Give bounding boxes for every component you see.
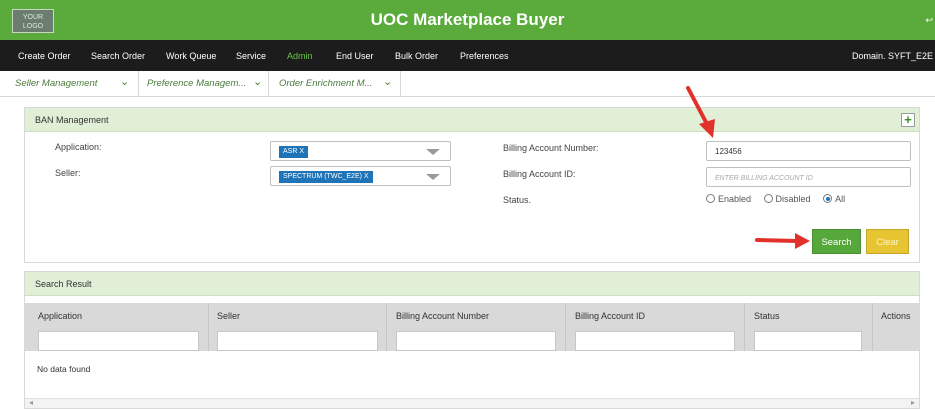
nav-work-queue[interactable]: Work Queue	[166, 51, 216, 61]
seller-select[interactable]: SPECTRUM (TWC_E2E) X	[270, 166, 451, 186]
filter-baid-input[interactable]	[575, 331, 735, 351]
main-nav: Create Order Search Order Work Queue Ser…	[0, 40, 935, 71]
baid-label: Billing Account ID:	[503, 169, 576, 179]
panel-title: BAN Management	[35, 115, 109, 125]
status-label: Status.	[503, 195, 532, 205]
column-billing-account-number[interactable]: Billing Account Number	[396, 311, 489, 321]
column-divider	[565, 303, 566, 351]
results-table-header: Application Seller Billing Account Numbe…	[25, 303, 919, 351]
chevron-down-icon: ⌄	[253, 76, 263, 88]
nav-admin[interactable]: Admin	[287, 51, 313, 61]
app-title: UOC Marketplace Buyer	[370, 10, 565, 29]
panel-header: Search Result	[25, 272, 919, 296]
status-all-label: All	[835, 194, 846, 204]
caret-down-icon	[426, 149, 440, 155]
column-divider	[208, 303, 209, 351]
seller-label: Seller:	[55, 168, 81, 178]
chevron-down-icon: ⌄	[383, 76, 393, 88]
column-application[interactable]: Application	[38, 311, 82, 321]
column-billing-account-id[interactable]: Billing Account ID	[575, 311, 645, 321]
status-enabled-radio[interactable]	[706, 194, 715, 203]
search-result-panel: Search Result Application Seller Billing…	[24, 271, 920, 409]
status-radio-group: Enabled Disabled All	[706, 194, 855, 204]
column-status[interactable]: Status	[754, 311, 780, 321]
scroll-left-icon[interactable]: ◂	[29, 398, 33, 407]
nav-end-user[interactable]: End User	[336, 51, 374, 61]
seller-chip[interactable]: SPECTRUM (TWC_E2E) X	[279, 171, 373, 183]
column-divider	[872, 303, 873, 351]
column-actions: Actions	[881, 311, 911, 321]
status-enabled-label: Enabled	[718, 194, 752, 204]
tab-label: Preference Managem...	[147, 78, 247, 89]
application-select[interactable]: ASR X	[270, 141, 451, 161]
status-disabled-radio[interactable]	[763, 194, 773, 203]
tab-label: Order Enrichment M...	[279, 78, 373, 89]
nav-search-order[interactable]: Search Order	[91, 51, 145, 61]
status-all-radio[interactable]	[823, 194, 833, 203]
chevron-down-icon: ⌄	[120, 76, 130, 88]
horizontal-scrollbar[interactable]: ◂ ▸	[25, 398, 919, 408]
application-chip[interactable]: ASR X	[279, 146, 309, 158]
tab-seller-management[interactable]: Seller Management ⌄	[0, 71, 139, 97]
scroll-right-icon[interactable]: ▸	[911, 398, 915, 407]
column-divider	[744, 303, 745, 351]
panel-header: BAN Management +	[25, 108, 919, 132]
nav-preferences[interactable]: Preferences	[460, 51, 509, 61]
ban-management-panel: BAN Management + Application: ASR X Sell…	[24, 107, 920, 263]
application-label: Application:	[55, 142, 102, 152]
domain-label: Domain. SYFT_E2E	[851, 51, 933, 61]
nav-create-order[interactable]: Create Order	[18, 51, 71, 61]
filter-ban-input[interactable]	[396, 331, 556, 351]
admin-subnav: Seller Management ⌄ Preference Managem..…	[0, 71, 935, 97]
empty-state-text: No data found	[37, 364, 91, 374]
app-header: YOUR LOGO UOC Marketplace Buyer ↩	[0, 0, 935, 40]
tab-order-enrichment[interactable]: Order Enrichment M... ⌄	[269, 71, 401, 97]
filter-status-input[interactable]	[754, 331, 862, 351]
column-seller[interactable]: Seller	[217, 311, 240, 321]
search-button[interactable]: Search	[812, 229, 861, 254]
clear-button[interactable]: Clear	[866, 229, 909, 254]
nav-bulk-order[interactable]: Bulk Order	[395, 51, 438, 61]
panel-title: Search Result	[35, 279, 92, 289]
billing-account-id-input[interactable]	[706, 167, 911, 187]
column-divider	[386, 303, 387, 351]
nav-service[interactable]: Service	[236, 51, 266, 61]
caret-down-icon	[426, 174, 440, 180]
tab-preference-management[interactable]: Preference Managem... ⌄	[139, 71, 269, 97]
filter-application-input[interactable]	[38, 331, 199, 351]
status-disabled-label: Disabled	[775, 194, 811, 204]
logout-icon[interactable]: ↩	[925, 15, 933, 26]
tab-label: Seller Management	[15, 78, 98, 89]
ban-label: Billing Account Number:	[503, 143, 599, 153]
billing-account-number-input[interactable]	[706, 141, 911, 161]
filter-seller-input[interactable]	[217, 331, 378, 351]
add-icon[interactable]: +	[901, 113, 915, 127]
